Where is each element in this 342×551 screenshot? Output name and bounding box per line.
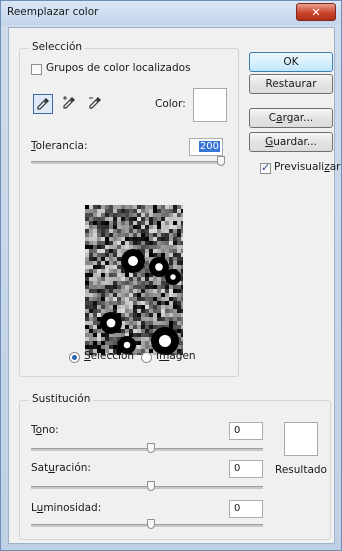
sustitucion-legend: Sustitución xyxy=(29,393,94,405)
eyedropper-icon xyxy=(37,98,49,110)
radio-seleccion-label: Selección xyxy=(84,350,135,362)
saturacion-label: Saturación: xyxy=(31,462,91,474)
selection-mask-preview xyxy=(85,205,183,355)
eyedropper-minus-icon xyxy=(89,97,101,109)
window-title: Reemplazar color xyxy=(7,6,99,18)
radio-seleccion[interactable] xyxy=(69,352,80,363)
close-icon: ✕ xyxy=(311,6,321,19)
resultado-label: Resultado xyxy=(275,464,327,476)
tolerancia-slider-track[interactable] xyxy=(31,161,223,164)
selection-preview xyxy=(85,205,183,355)
cargar-button[interactable]: Cargar... xyxy=(249,108,333,128)
saturacion-input[interactable]: 0 xyxy=(229,460,263,478)
tono-input[interactable]: 0 xyxy=(229,422,263,440)
seleccion-legend: Selección xyxy=(29,41,86,53)
title-bar[interactable]: Reemplazar color ✕ xyxy=(1,1,341,25)
tolerancia-input[interactable]: 200 xyxy=(189,138,223,156)
resultado-color-swatch[interactable] xyxy=(284,422,318,456)
tono-slider-thumb[interactable] xyxy=(147,443,155,453)
eyedropper-plus-icon xyxy=(63,96,75,109)
tolerancia-label: Tolerancia: xyxy=(31,140,88,152)
luminosidad-label: Luminosidad: xyxy=(31,502,102,514)
guardar-button[interactable]: Guardar... xyxy=(249,132,333,152)
color-label: Color: xyxy=(155,98,186,110)
luminosidad-slider-thumb[interactable] xyxy=(147,519,155,529)
radio-imagen-label: Imagen xyxy=(156,350,196,362)
previsualizar-checkbox[interactable] xyxy=(260,161,271,174)
grupos-color-label: Grupos de color localizados xyxy=(46,62,191,74)
grupos-color-checkbox[interactable] xyxy=(31,64,42,75)
close-button[interactable]: ✕ xyxy=(296,3,336,21)
dialog-body: Selección Grupos de color localizados Co xyxy=(8,27,341,544)
tono-label: Tono: xyxy=(31,424,59,436)
restaurar-button[interactable]: Restaurar xyxy=(249,74,333,94)
tolerancia-slider-thumb[interactable] xyxy=(217,156,225,166)
selection-color-swatch[interactable] xyxy=(193,88,227,122)
radio-imagen[interactable] xyxy=(141,352,152,363)
ok-button[interactable]: OK xyxy=(249,52,333,72)
eyedropper-add-tool[interactable] xyxy=(59,94,79,114)
luminosidad-input[interactable]: 0 xyxy=(229,500,263,518)
saturacion-slider-thumb[interactable] xyxy=(147,481,155,491)
eyedropper-tool[interactable] xyxy=(33,94,53,114)
eyedropper-subtract-tool[interactable] xyxy=(85,94,105,114)
previsualizar-label: Previsualizar xyxy=(274,161,341,173)
replace-color-dialog: Reemplazar color ✕ Selección Grupos de c… xyxy=(0,0,342,551)
